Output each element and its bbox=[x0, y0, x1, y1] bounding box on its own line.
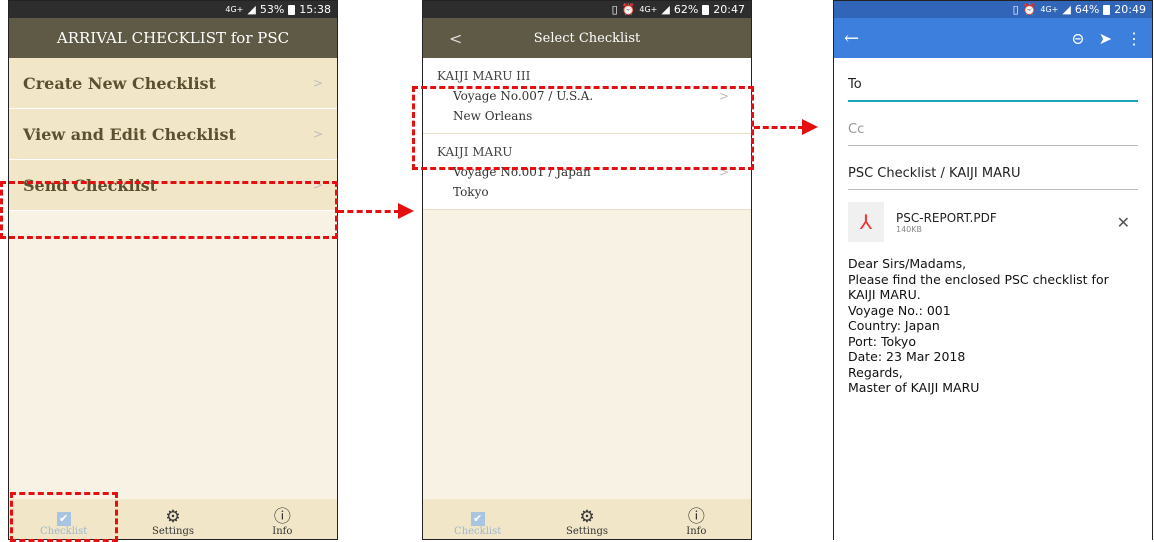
battery-percent: 53% bbox=[259, 3, 285, 16]
tab-settings[interactable]: ⚙ Settings bbox=[118, 499, 227, 539]
attach-icon[interactable]: ⊝ bbox=[1071, 29, 1084, 48]
tab-info[interactable]: ⓘ Info bbox=[228, 499, 337, 539]
checkbox-icon: ✔ bbox=[470, 512, 485, 526]
port-name: Tokyo bbox=[453, 185, 489, 199]
menu-label: Create New Checklist bbox=[23, 73, 216, 93]
gear-icon: ⚙ bbox=[579, 507, 595, 527]
app-header: < Select Checklist bbox=[423, 18, 751, 58]
gear-icon: ⚙ bbox=[165, 507, 181, 527]
body-line: KAIJI MARU. bbox=[848, 287, 921, 302]
back-arrow-icon[interactable]: ← bbox=[844, 28, 859, 49]
status-bar: ▯ ⏰ 4G+ ◢ 64% 20:49 bbox=[834, 1, 1152, 18]
remove-attachment-icon[interactable]: ✕ bbox=[1117, 213, 1130, 232]
body-line: Regards, bbox=[848, 364, 903, 380]
pdf-icon: ⅄ bbox=[848, 202, 884, 242]
tab-label: Info bbox=[686, 526, 707, 537]
body-line: Master of KAIJI MARU bbox=[848, 380, 980, 395]
body-line: Country: Japan bbox=[848, 318, 940, 333]
phone-screen-compose-email: ▯ ⏰ 4G+ ◢ 64% 20:49 ← ⊝ ➤ ⋮ To Cc PSC Ch… bbox=[833, 0, 1153, 540]
subject-text: PSC Checklist / KAIJI MARU bbox=[848, 166, 1021, 181]
tab-checklist[interactable]: ✔ Checklist bbox=[423, 499, 532, 539]
cc-label: Cc bbox=[848, 122, 865, 137]
network-indicator: 4G+ bbox=[1040, 5, 1059, 14]
body-line: Voyage No.: 001 bbox=[848, 302, 951, 318]
chevron-right-icon: > bbox=[312, 127, 323, 141]
vibrate-icon: ▯ bbox=[1012, 3, 1019, 16]
highlight-send-checklist bbox=[0, 181, 338, 239]
phone-screen-main-menu: 4G+ ◢ 53% 15:38 ARRIVAL CHECKLIST for PS… bbox=[8, 0, 338, 540]
status-bar: ▯ ⏰ 4G+ ◢ 62% 20:47 bbox=[423, 1, 751, 18]
clock: 20:47 bbox=[713, 3, 745, 16]
screen-title: Select Checklist bbox=[533, 30, 641, 46]
alarm-icon: ⏰ bbox=[621, 3, 636, 16]
attachment[interactable]: ⅄ PSC-REPORT.PDF 140KB ✕ bbox=[848, 200, 1138, 244]
email-body[interactable]: Dear Sirs/Madams, Please find the enclos… bbox=[848, 256, 1138, 396]
to-field[interactable]: To bbox=[848, 58, 1138, 102]
more-vert-icon[interactable]: ⋮ bbox=[1126, 29, 1142, 48]
app-title: ARRIVAL CHECKLIST for PSC bbox=[56, 29, 290, 47]
attachment-name: PSC-REPORT.PDF bbox=[896, 210, 997, 225]
network-indicator: 4G+ bbox=[225, 5, 244, 14]
signal-icon: ◢ bbox=[1062, 3, 1071, 16]
back-button[interactable]: < bbox=[449, 29, 462, 48]
highlight-selected-ship bbox=[412, 86, 754, 170]
tab-label: Checklist bbox=[454, 526, 502, 537]
signal-icon: ◢ bbox=[661, 3, 670, 16]
highlight-checklist-tab bbox=[10, 492, 118, 542]
clock: 15:38 bbox=[299, 3, 331, 16]
ship-name: KAIJI MARU III bbox=[437, 69, 531, 83]
menu-create-new-checklist[interactable]: Create New Checklist > bbox=[9, 58, 337, 109]
battery-percent: 64% bbox=[1074, 3, 1100, 16]
body-line: Port: Tokyo bbox=[848, 333, 916, 349]
arrow-to-email bbox=[754, 126, 804, 132]
phone-screen-select-checklist: ▯ ⏰ 4G+ ◢ 62% 20:47 < Select Checklist K… bbox=[422, 0, 752, 540]
arrowhead-icon bbox=[802, 119, 818, 135]
arrow-to-select bbox=[338, 210, 400, 216]
info-icon: ⓘ bbox=[687, 507, 705, 527]
cc-field[interactable]: Cc bbox=[848, 102, 1138, 146]
body-line: Please find the enclosed PSC checklist f… bbox=[848, 271, 1109, 287]
tab-label: Settings bbox=[566, 526, 608, 537]
body-line: Dear Sirs/Madams, bbox=[848, 256, 967, 271]
compose-toolbar: ← ⊝ ➤ ⋮ bbox=[834, 18, 1152, 58]
bottom-tab-bar: ✔ Checklist ⚙ Settings ⓘ Info bbox=[423, 499, 751, 539]
info-icon: ⓘ bbox=[273, 507, 291, 527]
tab-settings[interactable]: ⚙ Settings bbox=[532, 499, 641, 539]
status-bar: 4G+ ◢ 53% 15:38 bbox=[9, 1, 337, 18]
tab-label: Settings bbox=[152, 526, 194, 537]
signal-icon: ◢ bbox=[247, 3, 256, 16]
tab-info[interactable]: ⓘ Info bbox=[642, 499, 751, 539]
chevron-right-icon: > bbox=[312, 76, 323, 90]
attachment-size: 140KB bbox=[896, 224, 923, 234]
body-line: Date: 23 Mar 2018 bbox=[848, 349, 966, 364]
app-header: ARRIVAL CHECKLIST for PSC bbox=[9, 18, 337, 58]
subject-field[interactable]: PSC Checklist / KAIJI MARU bbox=[848, 146, 1138, 190]
tab-label: Info bbox=[272, 526, 293, 537]
network-indicator: 4G+ bbox=[639, 5, 658, 14]
alarm-icon: ⏰ bbox=[1022, 3, 1037, 16]
battery-icon bbox=[702, 4, 710, 15]
vibrate-icon: ▯ bbox=[611, 3, 618, 16]
menu-view-edit-checklist[interactable]: View and Edit Checklist > bbox=[9, 109, 337, 160]
send-icon[interactable]: ➤ bbox=[1099, 29, 1112, 48]
clock: 20:49 bbox=[1114, 3, 1146, 16]
to-label: To bbox=[848, 77, 862, 92]
battery-icon bbox=[288, 4, 296, 15]
menu-label: View and Edit Checklist bbox=[23, 124, 236, 144]
arrowhead-icon bbox=[398, 203, 414, 219]
battery-icon bbox=[1103, 4, 1111, 15]
battery-percent: 62% bbox=[673, 3, 699, 16]
